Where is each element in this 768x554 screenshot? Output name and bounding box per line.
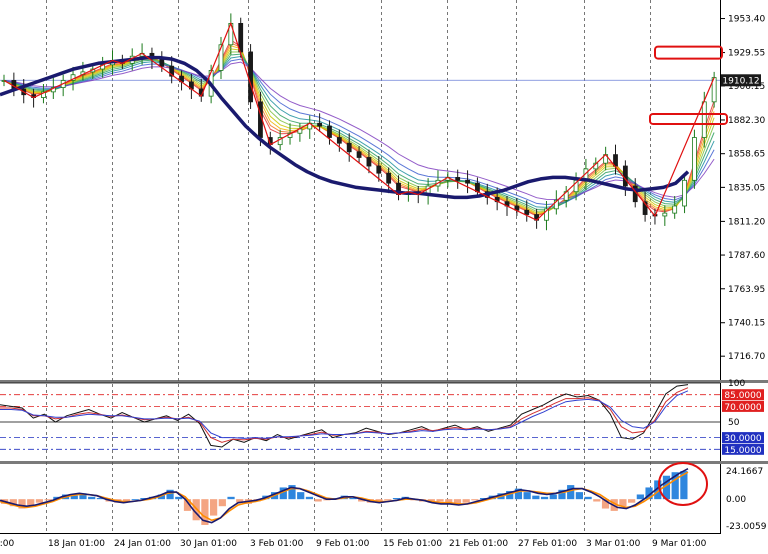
- macd-histogram-bar: [471, 499, 479, 501]
- candle-body: [317, 122, 323, 127]
- osc-level-label: 100: [728, 379, 745, 389]
- panel-separator: [0, 461, 768, 464]
- macd-y-tick-label: 24.1667: [726, 467, 763, 477]
- y-tick-label: 1811.20: [728, 217, 765, 227]
- macd-histogram-bar: [218, 499, 226, 507]
- macd-histogram-bar: [523, 492, 531, 500]
- candle-body: [346, 142, 352, 153]
- macd-histogram-bar: [575, 492, 583, 500]
- candle-body: [356, 151, 362, 158]
- candle-body: [327, 125, 332, 138]
- x-tick-label: 3 Mar 01:00: [586, 539, 641, 549]
- macd-histogram-bar: [35, 499, 44, 503]
- macd-histogram-bar: [462, 499, 470, 503]
- current-price-label: 1910.12: [722, 76, 759, 86]
- macd-histogram-bar: [436, 499, 444, 502]
- y-tick-label: 1882.30: [728, 116, 765, 126]
- chart-svg: 1953.401929.551906.151882.301858.651835.…: [0, 0, 768, 549]
- candle-body: [159, 58, 165, 67]
- x-tick-label: 24 Jan 01:00: [114, 539, 171, 549]
- y-tick-label: 1763.95: [728, 285, 765, 295]
- x-tick-label: 21 Feb 01:00: [449, 539, 508, 549]
- macd-histogram-bar: [384, 499, 392, 501]
- macd-histogram-bar: [628, 499, 636, 503]
- trading-chart: 1953.40 1929.55 1906.15 1882.30 1858.65 1835.…: [0, 0, 768, 550]
- macd-histogram-bar: [88, 496, 96, 500]
- candle-body: [465, 179, 470, 184]
- osc-level-label: 30.0000: [724, 434, 761, 444]
- x-tick-label: 15 Feb 01:00: [383, 539, 442, 549]
- x-tick-label: 27 Feb 01:00: [518, 539, 577, 549]
- macd-histogram-bar: [27, 499, 35, 506]
- macd-histogram-bar: [593, 499, 601, 502]
- candle-body: [386, 172, 392, 184]
- macd-histogram-bar: [314, 499, 322, 502]
- candle-body: [622, 165, 628, 187]
- candle-body: [682, 179, 687, 207]
- x-tick-label: 1:00: [0, 539, 14, 549]
- x-tick-label: 9 Feb 01:00: [316, 539, 370, 549]
- macd-histogram-bar: [305, 496, 314, 500]
- candle-body: [455, 177, 461, 181]
- candle-body: [524, 209, 530, 215]
- y-tick-label: 1929.55: [728, 49, 765, 59]
- panel-separator: [0, 380, 768, 383]
- macd-histogram-bar: [532, 495, 540, 500]
- macd-histogram-bar: [636, 494, 644, 500]
- y-tick-label: 1716.70: [728, 352, 765, 362]
- zigzag-line: [3, 21, 715, 221]
- macd-y-tick-label: 0.00: [726, 495, 746, 505]
- candle-body: [672, 205, 678, 214]
- macd-histogram-bar: [297, 492, 305, 500]
- candle-body: [692, 137, 697, 181]
- osc-level-label: 15.0000: [724, 446, 761, 456]
- macd-histogram-bar: [567, 485, 575, 500]
- macd-histogram-bar: [584, 496, 592, 500]
- candle-body: [336, 137, 342, 144]
- candle-body: [376, 165, 382, 174]
- candle-body: [366, 157, 372, 167]
- candle-body: [662, 212, 668, 217]
- osc-level-label: 85.0000: [724, 391, 761, 401]
- y-tick-label: 1835.05: [728, 183, 765, 193]
- x-tick-label: 18 Jan 01:00: [48, 539, 105, 549]
- macd-y-tick-label: -23.0059: [726, 522, 767, 532]
- annotation-rect: [649, 112, 728, 125]
- macd-histogram-bar: [227, 496, 235, 500]
- macd-histogram-bar: [210, 499, 218, 516]
- y-tick-label: 1787.60: [728, 251, 765, 261]
- macd-histogram-bar: [175, 496, 183, 500]
- y-tick-label: 1953.40: [728, 15, 765, 25]
- y-tick-label: 1740.15: [728, 319, 765, 329]
- x-tick-label: 3 Feb 01:00: [250, 539, 304, 549]
- candle-body: [248, 51, 253, 103]
- macd-histogram-bar: [549, 494, 557, 500]
- y-tick-label: 1858.65: [728, 150, 765, 160]
- osc-level-label: 50: [728, 418, 740, 428]
- x-tick-label: 30 Jan 01:00: [180, 539, 237, 549]
- macd-histogram-bar: [166, 489, 174, 500]
- annotation-rect: [654, 45, 723, 60]
- x-tick-label: 9 Mar 01:00: [652, 539, 707, 549]
- macd-histogram-bar: [540, 496, 549, 500]
- candle-body: [701, 101, 707, 138]
- osc-level-label: 70.0000: [724, 403, 761, 413]
